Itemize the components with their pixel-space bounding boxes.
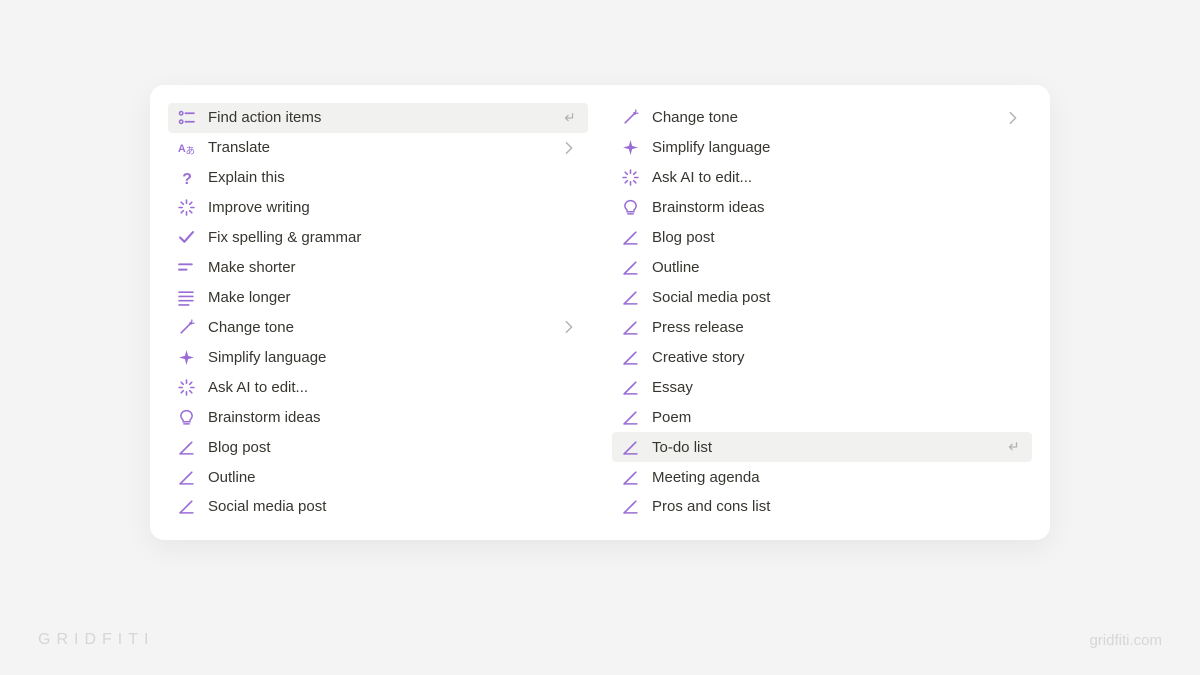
menu-item[interactable]: Meeting agenda xyxy=(612,462,1032,492)
menu-item[interactable]: Blog post xyxy=(168,432,588,462)
menu-item-label: Change tone xyxy=(652,110,1004,125)
menu-item[interactable]: Outline xyxy=(168,462,588,492)
menu-item[interactable]: Social media post xyxy=(612,283,1032,313)
menu-item-label: Ask AI to edit... xyxy=(652,170,1022,185)
menu-item[interactable]: Brainstorm ideas xyxy=(612,193,1032,223)
menu-item[interactable]: Fix spelling & grammar xyxy=(168,223,588,253)
menu-column-left: Find action items Translate Explain this Im… xyxy=(168,103,588,522)
menu-item-label: Simplify language xyxy=(652,140,1022,155)
menu-item-label: Press release xyxy=(652,320,1022,335)
menu-item-label: Meeting agenda xyxy=(652,470,1022,485)
menu-item-label: Brainstorm ideas xyxy=(652,200,1022,215)
lines-short-icon xyxy=(176,258,196,278)
menu-item-label: Find action items xyxy=(208,110,560,125)
pencil-draft-icon xyxy=(620,497,640,517)
chevron-right-icon xyxy=(1004,109,1022,127)
chevron-right-icon xyxy=(560,139,578,157)
menu-item[interactable]: Ask AI to edit... xyxy=(612,163,1032,193)
menu-item[interactable]: Simplify language xyxy=(168,342,588,372)
menu-item[interactable]: Essay xyxy=(612,372,1032,402)
menu-column-right: Change tone Simplify language Ask AI to ed… xyxy=(612,103,1032,522)
menu-item-label: Outline xyxy=(652,260,1022,275)
menu-item[interactable]: Blog post xyxy=(612,223,1032,253)
brand-watermark: GRIDFITI xyxy=(38,631,154,649)
wand-icon xyxy=(176,317,196,337)
menu-item-label: Outline xyxy=(208,470,578,485)
menu-item[interactable]: Ask AI to edit... xyxy=(168,372,588,402)
wand-icon xyxy=(620,108,640,128)
menu-item[interactable]: Simplify language xyxy=(612,133,1032,163)
menu-columns: Find action items Translate Explain this Im… xyxy=(168,103,1032,522)
menu-item-label: Explain this xyxy=(208,170,578,185)
sparkle-icon xyxy=(620,138,640,158)
menu-item-label: Brainstorm ideas xyxy=(208,410,578,425)
pencil-draft-icon xyxy=(620,407,640,427)
menu-item-label: Social media post xyxy=(208,499,578,514)
menu-item-label: Ask AI to edit... xyxy=(208,380,578,395)
translate-icon xyxy=(176,138,196,158)
pencil-draft-icon xyxy=(620,467,640,487)
menu-item-label: Creative story xyxy=(652,350,1022,365)
menu-item-label: Blog post xyxy=(652,230,1022,245)
menu-item[interactable]: Translate xyxy=(168,133,588,163)
sparkle-burst-icon xyxy=(620,168,640,188)
check-icon xyxy=(176,228,196,248)
bulb-icon xyxy=(176,407,196,427)
pencil-draft-icon xyxy=(620,317,640,337)
menu-item[interactable]: To-do list xyxy=(612,432,1032,462)
menu-item-label: Fix spelling & grammar xyxy=(208,230,578,245)
chevron-right-icon xyxy=(560,318,578,336)
pencil-draft-icon xyxy=(620,258,640,278)
menu-item-label: Improve writing xyxy=(208,200,578,215)
pencil-draft-icon xyxy=(620,377,640,397)
pencil-draft-icon xyxy=(620,287,640,307)
menu-item-label: Pros and cons list xyxy=(652,499,1022,514)
menu-item[interactable]: Change tone xyxy=(168,312,588,342)
enter-key-icon xyxy=(1004,438,1022,456)
bulb-icon xyxy=(620,198,640,218)
sparkle-burst-icon xyxy=(176,198,196,218)
menu-item[interactable]: Find action items xyxy=(168,103,588,133)
menu-item-label: Simplify language xyxy=(208,350,578,365)
menu-item-label: Make shorter xyxy=(208,260,578,275)
menu-item[interactable]: Improve writing xyxy=(168,193,588,223)
menu-item-label: Change tone xyxy=(208,320,560,335)
pencil-draft-icon xyxy=(620,347,640,367)
lines-long-icon xyxy=(176,287,196,307)
menu-item[interactable]: Press release xyxy=(612,312,1032,342)
sparkle-icon xyxy=(176,347,196,367)
pencil-draft-icon xyxy=(176,467,196,487)
pencil-draft-icon xyxy=(620,228,640,248)
menu-item[interactable]: Poem xyxy=(612,402,1032,432)
menu-item-label: Translate xyxy=(208,140,560,155)
menu-item[interactable]: Make longer xyxy=(168,283,588,313)
enter-key-icon xyxy=(560,109,578,127)
pencil-draft-icon xyxy=(176,437,196,457)
menu-item[interactable]: Brainstorm ideas xyxy=(168,402,588,432)
pencil-draft-icon xyxy=(176,497,196,517)
pencil-draft-icon xyxy=(620,437,640,457)
menu-item[interactable]: Creative story xyxy=(612,342,1032,372)
menu-item-label: To-do list xyxy=(652,440,1004,455)
list-check-icon xyxy=(176,108,196,128)
menu-item[interactable]: Make shorter xyxy=(168,253,588,283)
menu-item[interactable]: Change tone xyxy=(612,103,1032,133)
ai-menu-card: Find action items Translate Explain this Im… xyxy=(150,85,1050,540)
menu-item-label: Blog post xyxy=(208,440,578,455)
menu-item[interactable]: Outline xyxy=(612,253,1032,283)
sparkle-burst-icon xyxy=(176,377,196,397)
menu-item-label: Poem xyxy=(652,410,1022,425)
brand-url: gridfiti.com xyxy=(1089,632,1162,649)
menu-item-label: Essay xyxy=(652,380,1022,395)
menu-item-label: Social media post xyxy=(652,290,1022,305)
menu-item[interactable]: Explain this xyxy=(168,163,588,193)
menu-item[interactable]: Pros and cons list xyxy=(612,492,1032,522)
menu-item[interactable]: Social media post xyxy=(168,492,588,522)
menu-item-label: Make longer xyxy=(208,290,578,305)
question-icon xyxy=(176,168,196,188)
